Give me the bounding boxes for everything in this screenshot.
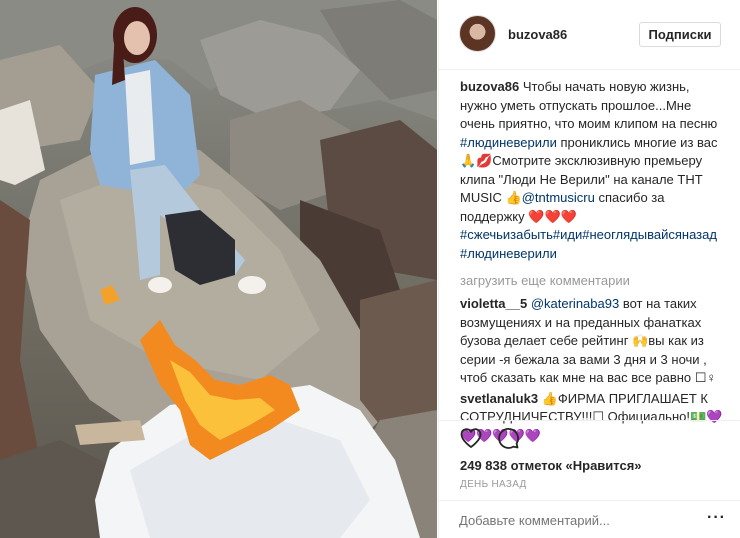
post-header: buzova86 Подписки [439,0,740,70]
more-options-icon[interactable]: ··· [707,509,726,527]
load-more-comments-link[interactable]: загрузить еще комментарии [460,270,728,292]
hashtag-link[interactable]: #людиневерили [460,135,557,150]
post-actions: 249 838 отметок «Нравится» ДЕНЬ НАЗАД [439,420,740,506]
post-caption: buzova86 Чтобы начать новую жизнь, нужно… [460,78,728,263]
avatar[interactable] [459,15,496,52]
post-photo[interactable] [0,0,437,538]
comment-username[interactable]: svetlanaluk3 [460,391,538,406]
add-comment-bar: ··· [439,500,740,538]
add-comment-input[interactable] [459,513,699,528]
comment-list: buzova86 Чтобы начать новую жизнь, нужно… [460,78,728,445]
caption-username[interactable]: buzova86 [460,79,519,94]
heart-icon[interactable] [459,426,483,450]
comment-icon[interactable] [496,426,520,450]
likes-count[interactable]: 249 838 отметок «Нравится» [460,458,642,473]
following-button[interactable]: Подписки [639,22,721,47]
comment-item: violetta__5 @katerinaba93 вот на таких в… [460,295,728,388]
comment-username[interactable]: violetta__5 [460,296,527,311]
post-sidebar: buzova86 Подписки buzova86 Чтобы начать … [438,0,740,538]
photo-scene [0,0,437,538]
hashtags-link[interactable]: #сжечьизабыть#иди#неоглядывайсяназад #лю… [460,227,717,261]
mention-link[interactable]: @katerinaba93 [531,296,619,311]
header-username[interactable]: buzova86 [508,27,567,42]
post-timestamp: ДЕНЬ НАЗАД [460,479,527,490]
mention-link[interactable]: @tntmusicru [522,190,595,205]
